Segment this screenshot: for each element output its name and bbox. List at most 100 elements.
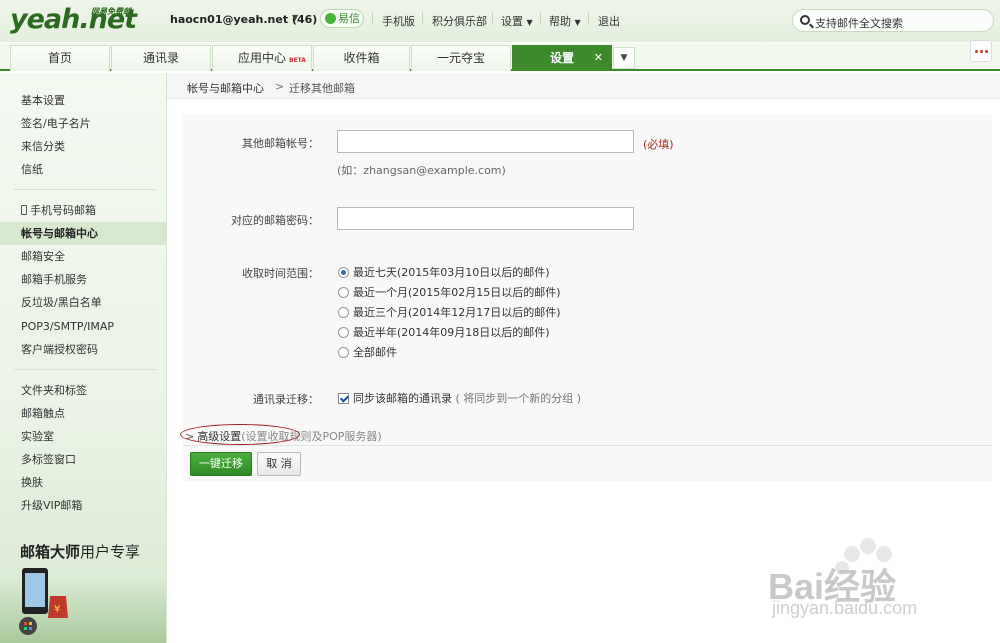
sidebar-item-folders[interactable]: 文件夹和标签	[0, 379, 166, 402]
range-label: 收取时间范围：	[242, 267, 319, 280]
help-menu-label: 帮助	[549, 15, 571, 28]
divider	[492, 12, 493, 25]
logo-subtitle: 网易免费邮	[91, 7, 131, 16]
sidebar-divider	[14, 189, 156, 190]
contacts-sync-option[interactable]: 同步该邮箱的通讯录 ( 将同步到一个新的分组 )	[338, 390, 581, 406]
breadcrumb-parent[interactable]: 帐号与邮箱中心	[187, 80, 264, 96]
promo-title-rest: 用户专享	[80, 543, 141, 561]
range-option-1month[interactable]: 最近一个月(2015年02月15日以后的邮件)	[338, 284, 561, 300]
cancel-button[interactable]: 取 消	[257, 452, 301, 476]
breadcrumb: 帐号与邮箱中心 > 迁移其他邮箱	[167, 73, 1000, 99]
help-menu-link[interactable]: 帮助 ▼	[549, 13, 581, 29]
required-note: (必填)	[643, 138, 674, 151]
sidebar-item-multitab[interactable]: 多标签窗口	[0, 448, 166, 471]
contacts-sync-checkbox[interactable]	[338, 393, 349, 404]
mobile-link[interactable]: 手机版	[382, 13, 415, 29]
beta-badge: BETA	[289, 57, 306, 64]
advanced-divider	[183, 445, 992, 446]
range-option-3months[interactable]: 最近三个月(2014年12月17日以后的邮件)	[338, 304, 561, 320]
points-club-link[interactable]: 积分俱乐部	[432, 13, 487, 29]
chevron-down-icon: ▼	[620, 53, 628, 63]
sidebar-item-lab[interactable]: 实验室	[0, 425, 166, 448]
tab-app-center-label: 应用中心	[237, 51, 286, 65]
svg-text:¥: ¥	[54, 604, 60, 615]
logout-link[interactable]: 退出	[598, 13, 620, 29]
sidebar-item-vip[interactable]: 升级VIP邮箱	[0, 494, 166, 517]
sidebar-item-mail-filter[interactable]: 来信分类	[0, 135, 166, 158]
chevron-down-icon[interactable]: ▼	[292, 13, 298, 22]
breadcrumb-separator: >	[275, 80, 285, 93]
range-option-label: 全部邮件	[353, 346, 397, 359]
tab-home[interactable]: 首页	[10, 45, 110, 71]
search-icon	[800, 15, 810, 25]
radio-button[interactable]	[338, 327, 349, 338]
search-placeholder: 支持邮件全文搜索	[815, 17, 903, 30]
divider	[540, 12, 541, 25]
tab-one-yuan[interactable]: 一元夺宝	[411, 45, 511, 71]
more-options-button[interactable]	[970, 40, 992, 62]
divider	[588, 12, 589, 25]
range-option-all[interactable]: 全部邮件	[338, 344, 397, 360]
breadcrumb-current: 迁移其他邮箱	[289, 82, 355, 95]
tab-bar: 首页 通讯录 应用中心 BETA 收件箱 一元夺宝 设置 ✕ ▼	[0, 43, 1000, 71]
password-label: 对应的邮箱密码：	[231, 214, 319, 227]
sidebar-item-label: 手机号码邮箱	[30, 204, 96, 217]
sidebar-item-account-center[interactable]: 帐号与邮箱中心	[0, 222, 166, 245]
yixin-label: 易信	[338, 12, 360, 25]
chevron-down-icon: ▼	[526, 18, 533, 27]
sidebar-item-antispam[interactable]: 反垃圾/黑白名单	[0, 291, 166, 314]
radio-button[interactable]	[338, 287, 349, 298]
tab-app-center[interactable]: 应用中心 BETA	[212, 45, 312, 71]
range-option-label: 最近半年(2014年09月18日以后的邮件)	[353, 326, 550, 339]
range-option-7days[interactable]: 最近七天(2015年03月10日以后的邮件)	[338, 264, 550, 280]
sidebar-item-phone-mailbox[interactable]: 手机号码邮箱	[0, 199, 166, 222]
sidebar-item-basic-settings[interactable]: 基本设置	[0, 89, 166, 112]
account-hint: (如：zhangsan@example.com)	[337, 164, 506, 177]
range-option-6months[interactable]: 最近半年(2014年09月18日以后的邮件)	[338, 324, 550, 340]
range-option-label: 最近一个月(2015年02月15日以后的邮件)	[353, 286, 561, 299]
promo-title[interactable]: 邮箱大师用户专享	[20, 541, 140, 562]
sidebar-item-stationery[interactable]: 信纸	[0, 158, 166, 181]
radio-button[interactable]	[338, 267, 349, 278]
sidebar-item-client-password[interactable]: 客户端授权密码	[0, 338, 166, 361]
sidebar-item-touchpoints[interactable]: 邮箱触点	[0, 402, 166, 425]
range-option-label: 最近七天(2015年03月10日以后的邮件)	[353, 266, 550, 279]
settings-menu-link[interactable]: 设置 ▼	[501, 13, 533, 29]
promo-phone-icon[interactable]: ¥	[14, 566, 70, 636]
tab-contacts[interactable]: 通讯录	[111, 45, 211, 71]
settings-menu-label: 设置	[501, 15, 523, 28]
sidebar-item-signature[interactable]: 签名/电子名片	[0, 112, 166, 135]
top-bar: yeah.net 网易免费邮 haocn01@yeah.net (46) ▼ 易…	[0, 0, 1000, 42]
sidebar-item-skin[interactable]: 换肤	[0, 471, 166, 494]
watermark-url: jingyan.baidu.com	[772, 598, 918, 618]
sidebar: 基本设置 签名/电子名片 来信分类 信纸 手机号码邮箱 帐号与邮箱中心 邮箱安全…	[0, 73, 167, 643]
range-option-label: 最近三个月(2014年12月17日以后的邮件)	[353, 306, 561, 319]
migrate-button[interactable]: 一键迁移	[190, 452, 252, 476]
contacts-sync-note: ( 将同步到一个新的分组 )	[455, 392, 582, 405]
migration-form-panel	[183, 115, 992, 481]
tab-more-button[interactable]: ▼	[613, 47, 635, 69]
tab-inbox[interactable]: 收件箱	[313, 45, 410, 71]
divider	[422, 12, 423, 25]
radio-button[interactable]	[338, 307, 349, 318]
password-input[interactable]	[337, 207, 634, 230]
tab-settings-label: 设置	[549, 51, 574, 65]
sidebar-item-security[interactable]: 邮箱安全	[0, 245, 166, 268]
radio-button[interactable]	[338, 347, 349, 358]
account-input[interactable]	[337, 130, 634, 153]
close-icon[interactable]: ✕	[594, 46, 603, 70]
annotation-oval	[180, 424, 300, 445]
contacts-label: 通讯录迁移：	[253, 393, 319, 406]
search-box[interactable]: 支持邮件全文搜索	[792, 9, 994, 32]
sidebar-item-mobile-service[interactable]: 邮箱手机服务	[0, 268, 166, 291]
account-label: 其他邮箱帐号：	[242, 137, 319, 150]
sidebar-divider	[14, 369, 156, 370]
tab-settings[interactable]: 设置 ✕	[512, 45, 612, 71]
yixin-icon	[325, 13, 336, 24]
sidebar-item-pop3[interactable]: POP3/SMTP/IMAP	[0, 315, 166, 338]
yixin-button[interactable]: 易信	[320, 9, 364, 28]
phone-icon	[21, 205, 27, 215]
promo-title-bold: 邮箱大师	[20, 543, 81, 561]
chevron-down-icon: ▼	[574, 18, 581, 27]
contacts-sync-label: 同步该邮箱的通讯录	[353, 392, 452, 405]
